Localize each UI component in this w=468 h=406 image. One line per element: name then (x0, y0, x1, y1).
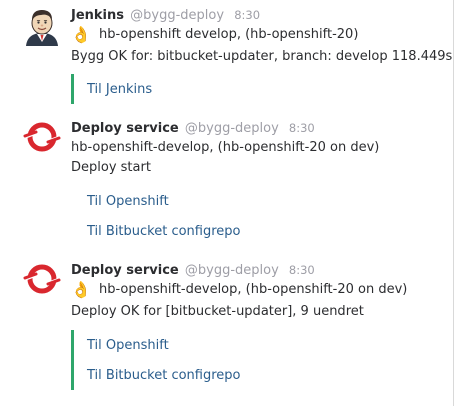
message-timestamp[interactable]: 8:30 (234, 8, 260, 22)
openshift-logo-icon[interactable] (22, 117, 62, 157)
message-line: hb-openshift-develop, (hb-openshift-20 o… (99, 282, 408, 297)
openshift-logo-icon[interactable] (22, 259, 62, 299)
message-line: Bygg OK for: bitbucket-updater, branch: … (71, 49, 453, 64)
ok-hand-emoji-icon: 👌 (71, 280, 91, 299)
message-line: Deploy start (71, 160, 151, 175)
attachment-bar (71, 330, 74, 390)
message-timestamp[interactable]: 8:30 (289, 121, 315, 135)
message-header: Deploy service @bygg-deploy 8:30 (71, 120, 315, 137)
message-timestamp[interactable]: 8:30 (289, 263, 315, 277)
link-til-jenkins[interactable]: Til Jenkins (87, 82, 152, 98)
jenkins-butler-icon[interactable] (22, 6, 62, 46)
attachment-bar (71, 186, 74, 246)
link-til-openshift[interactable]: Til Openshift (87, 194, 169, 210)
link-til-bitbucket-configrepo[interactable]: Til Bitbucket configrepo (87, 368, 241, 384)
message-line: Deploy OK for [bitbucket-updater], 9 uen… (71, 304, 364, 319)
sender-name[interactable]: Deploy service (71, 263, 179, 278)
scrollbar[interactable] (453, 0, 468, 406)
sender-name[interactable]: Jenkins (71, 8, 124, 23)
sender-handle: @bygg-deploy (130, 8, 225, 23)
sender-name[interactable]: Deploy service (71, 121, 179, 136)
sender-handle: @bygg-deploy (184, 121, 279, 136)
message-line: hb-openshift develop, (hb-openshift-20) (99, 27, 359, 42)
message-text: 👌 hb-openshift-develop, (hb-openshift-20 … (71, 282, 407, 298)
message-header: Deploy service @bygg-deploy 8:30 (71, 262, 315, 279)
message-line: hb-openshift-develop, (hb-openshift-20 o… (71, 140, 380, 155)
message-text: 👌 hb-openshift develop, (hb-openshift-20) (71, 27, 358, 43)
link-til-openshift[interactable]: Til Openshift (87, 338, 169, 354)
ok-hand-emoji-icon: 👌 (71, 25, 91, 44)
message-header: Jenkins @bygg-deploy 8:30 (71, 7, 260, 24)
attachment-bar (71, 74, 74, 104)
link-til-bitbucket-configrepo[interactable]: Til Bitbucket configrepo (87, 224, 241, 240)
sender-handle: @bygg-deploy (184, 263, 279, 278)
